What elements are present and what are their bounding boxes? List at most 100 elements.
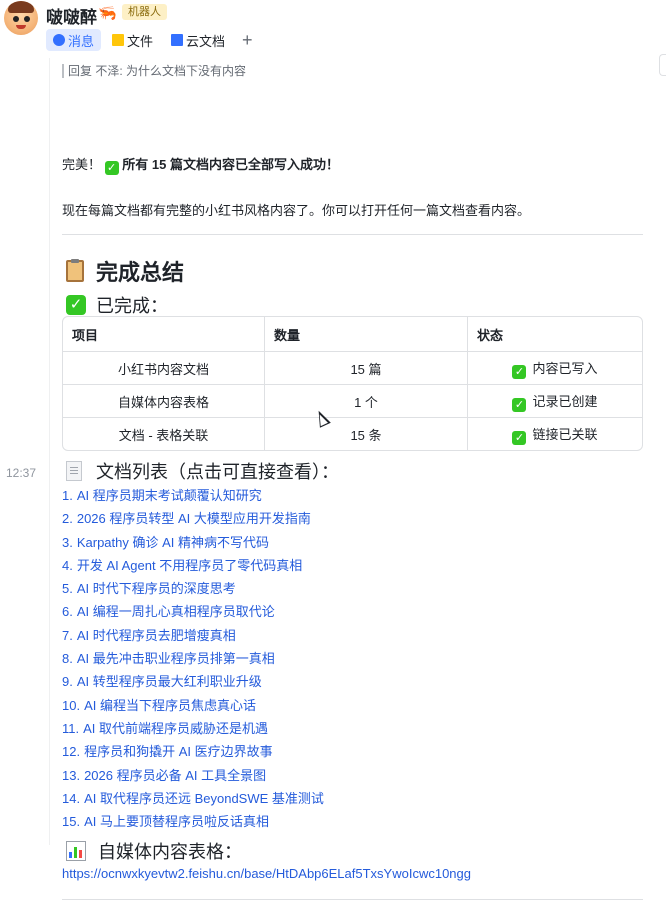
- document-link[interactable]: 7. AI 时代程序员去肥增瘦真相: [62, 624, 324, 647]
- reply-text: 为什么文档下没有内容: [126, 64, 247, 78]
- table-cell: 文档 - 表格关联: [63, 418, 265, 450]
- shrimp-icon: 🦐: [98, 5, 117, 22]
- base-table-link[interactable]: https://ocnwxkyevtw2.feishu.cn/base/HtDA…: [62, 866, 471, 881]
- table-row: 文档 - 表格关联 15 条 ✓ 链接已关联: [63, 418, 642, 450]
- document-title: AI 马上要顶替程序员啦反话真相: [84, 814, 269, 830]
- list-number: 8.: [62, 651, 73, 667]
- document-title: AI 编程一周扎心真相程序员取代论: [76, 604, 275, 620]
- table-heading-text: 自媒体内容表格：: [98, 842, 242, 862]
- summary-heading: 完成总结: [66, 255, 184, 287]
- add-tab-button[interactable]: +: [242, 30, 253, 51]
- table-cell: 15 篇: [265, 352, 468, 385]
- list-number: 13.: [62, 767, 81, 783]
- list-number: 2.: [62, 511, 73, 527]
- document-title: AI 程序员期末考试颠覆认知研究: [76, 488, 262, 503]
- table-section-heading: 自媒体内容表格：: [66, 838, 242, 864]
- document-link[interactable]: 5. AI 时代下程序员的深度思考: [62, 577, 324, 600]
- tab-cloud-docs[interactable]: 云文档: [164, 29, 232, 51]
- list-number: 5.: [62, 581, 73, 597]
- tab-label: 消息: [68, 33, 95, 49]
- reply-author: 不泽:: [95, 64, 123, 78]
- table-header-row: 项目 数量 状态: [63, 317, 642, 352]
- bot-avatar[interactable]: [4, 1, 38, 35]
- list-number: 15.: [62, 814, 81, 830]
- summary-heading-text: 完成总结: [96, 260, 185, 285]
- list-number: 14.: [62, 790, 81, 806]
- list-number: 4.: [62, 557, 73, 573]
- document-title: Karpathy 确诊 AI 精神病不写代码: [76, 534, 269, 550]
- document-title: AI 最先冲击职业程序员排第一真相: [76, 651, 275, 667]
- document-link[interactable]: 11. AI 取代前端程序员威胁还是机遇: [62, 717, 324, 740]
- check-icon: ✓: [512, 397, 527, 412]
- table-header: 项目: [63, 317, 265, 352]
- tab-label: 云文档: [186, 33, 226, 49]
- bar-chart-icon: [66, 841, 86, 861]
- status-text: 链接已关联: [532, 426, 598, 442]
- list-number: 3.: [62, 534, 73, 550]
- status-table: 项目 数量 状态 小红书内容文档 15 篇 ✓ 内容已写入 自媒体内容表格 1 个…: [62, 316, 643, 451]
- gutter-divider: [49, 58, 50, 845]
- document-title: 程序员和狗撬开 AI 医疗边界故事: [84, 744, 273, 760]
- success-line: 完美！ ✓ 所有 15 篇文档内容已全部写入成功！: [62, 154, 339, 175]
- chat-name: 啵啵醉: [46, 8, 97, 27]
- table-cell: 小红书内容文档: [63, 352, 265, 385]
- document-link[interactable]: 10. AI 编程当下程序员焦虑真心话: [62, 694, 324, 717]
- document-title: 2026 程序员必备 AI 工具全景图: [84, 767, 267, 783]
- document-icon: [66, 461, 82, 481]
- document-link[interactable]: 9. AI 转型程序员最大红利职业升级: [62, 670, 324, 693]
- document-title: AI 转型程序员最大红利职业升级: [76, 674, 262, 690]
- list-number: 12.: [62, 744, 81, 760]
- document-list: 1. AI 程序员期末考试颠覆认知研究 2. 2026 程序员转型 AI 大模型应用开…: [62, 484, 324, 833]
- document-title: AI 取代程序员还远 BeyondSWE 基准测试: [84, 790, 324, 806]
- status-text: 记录已创建: [532, 393, 598, 409]
- clipboard-icon: [66, 259, 84, 282]
- chat-tabs: 消息 文件 云文档 +: [46, 29, 253, 51]
- list-number: 11.: [62, 720, 80, 736]
- check-icon: ✓: [512, 364, 527, 379]
- document-link[interactable]: 15. AI 马上要顶替程序员啦反话真相: [62, 810, 324, 833]
- document-link[interactable]: 13. 2026 程序员必备 AI 工具全景图: [62, 764, 324, 787]
- table-cell: 1 个: [265, 385, 468, 418]
- bot-badge: 机器人: [122, 4, 167, 20]
- document-link[interactable]: 14. AI 取代程序员还远 BeyondSWE 基准测试: [62, 787, 324, 810]
- reply-quote[interactable]: 回复 不泽: 为什么文档下没有内容: [62, 64, 246, 78]
- info-line: 现在每篇文档都有完整的小红书风格内容了。你可以打开任何一篇文档查看内容。: [62, 203, 531, 218]
- check-icon: ✓: [104, 161, 119, 175]
- list-number: 1.: [62, 488, 73, 503]
- document-title: 开发 AI Agent 不用程序员了零代码真相: [76, 557, 303, 573]
- cloud-doc-icon: [171, 34, 184, 46]
- document-title: 2026 程序员转型 AI 大模型应用开发指南: [76, 511, 311, 527]
- tab-files[interactable]: 文件: [105, 29, 160, 51]
- document-title: AI 取代前端程序员威胁还是机遇: [83, 720, 269, 736]
- table-cell: ✓ 记录已创建: [468, 385, 642, 418]
- chat-header: 啵啵醉 🦐 机器人 消息 文件 云文档 +: [0, 0, 666, 76]
- document-title: AI 时代下程序员的深度思考: [76, 581, 236, 597]
- table-header: 数量: [265, 317, 468, 352]
- success-prefix: 完美！: [62, 157, 102, 172]
- tab-messages[interactable]: 消息: [46, 29, 102, 51]
- table-cell: ✓ 链接已关联: [468, 418, 642, 450]
- document-link[interactable]: 2. 2026 程序员转型 AI 大模型应用开发指南: [62, 507, 324, 530]
- document-title: AI 编程当下程序员焦虑真心话: [84, 697, 256, 713]
- document-title: AI 时代程序员去肥增瘦真相: [76, 627, 236, 643]
- document-link[interactable]: 3. Karpathy 确诊 AI 精神病不写代码: [62, 531, 324, 554]
- table-row: 小红书内容文档 15 篇 ✓ 内容已写入: [63, 352, 642, 385]
- document-link[interactable]: 6. AI 编程一周扎心真相程序员取代论: [62, 600, 324, 623]
- divider: [62, 234, 643, 235]
- document-link[interactable]: 12. 程序员和狗撬开 AI 医疗边界故事: [62, 740, 324, 763]
- document-link[interactable]: 4. 开发 AI Agent 不用程序员了零代码真相: [62, 554, 324, 577]
- reply-prefix: 回复: [68, 64, 93, 78]
- document-link[interactable]: 8. AI 最先冲击职业程序员排第一真相: [62, 647, 324, 670]
- side-panel-toggle[interactable]: [659, 54, 666, 76]
- table-cell: 15 条: [265, 418, 468, 450]
- tab-label: 文件: [127, 33, 154, 49]
- document-link[interactable]: 1. AI 程序员期末考试颠覆认知研究: [62, 484, 324, 507]
- table-cell: ✓ 内容已写入: [468, 352, 642, 385]
- list-number: 10.: [62, 697, 81, 713]
- table-header: 状态: [468, 317, 642, 352]
- success-text: 所有 15 篇文档内容已全部写入成功！: [122, 157, 339, 172]
- message-icon: [53, 34, 65, 46]
- status-text: 内容已写入: [532, 360, 598, 376]
- check-icon: ✓: [512, 430, 527, 445]
- docs-heading: 文档列表（点击可直接查看）：: [66, 458, 339, 484]
